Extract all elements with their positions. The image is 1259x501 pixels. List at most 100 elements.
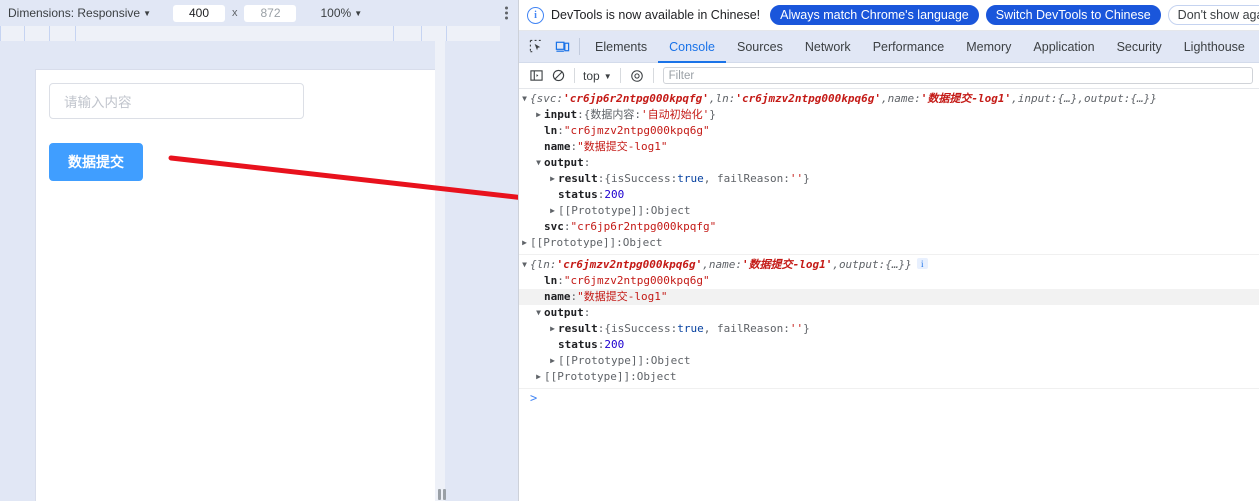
header-key: svc: bbox=[536, 92, 564, 105]
expand-twisty-icon[interactable] bbox=[519, 257, 530, 273]
header-key: output: bbox=[1084, 92, 1131, 105]
header-value: 'cr6jmzv2ntpg000kpq6g' bbox=[556, 258, 703, 271]
devtools-language-infobar: i DevTools is now available in Chinese! … bbox=[519, 0, 1259, 31]
expand-twisty-icon[interactable] bbox=[519, 235, 530, 251]
expand-twisty-icon[interactable] bbox=[533, 305, 544, 321]
always-match-language-button[interactable]: Always match Chrome's language bbox=[770, 5, 979, 25]
tab-sources[interactable]: Sources bbox=[726, 31, 794, 63]
console-prompt[interactable]: > bbox=[519, 389, 1259, 407]
execution-context-selector[interactable]: top ▼ bbox=[580, 69, 615, 83]
value-string: "cr6jmzv2ntpg000kpq6g" bbox=[563, 124, 710, 137]
log-property-row[interactable]: [[Prototype]]: Object bbox=[519, 203, 1259, 219]
dont-show-again-button[interactable]: Don't show again bbox=[1167, 5, 1259, 25]
value-string: '自动初始化' bbox=[641, 108, 710, 121]
chevron-down-icon: ▼ bbox=[354, 9, 363, 18]
value-string: '' bbox=[789, 322, 804, 335]
log-entry-header[interactable]: {ln: 'cr6jmzv2ntpg000kpq6g', name: '数据提交… bbox=[519, 257, 1259, 273]
log-property-row[interactable]: output: bbox=[519, 155, 1259, 171]
expand-twisty-icon[interactable] bbox=[533, 369, 544, 385]
property-key: [[Prototype]] bbox=[530, 236, 617, 249]
log-property-row[interactable]: [[Prototype]]: Object bbox=[519, 353, 1259, 369]
console-message-list[interactable]: {svc: 'cr6jp6r2ntpg000kpqfg', ln: 'cr6jm… bbox=[519, 89, 1259, 501]
log-property-row[interactable]: status: 200 bbox=[519, 187, 1259, 203]
tab-label: Lighthouse bbox=[1183, 39, 1245, 54]
content-input[interactable]: 请输入内容 bbox=[49, 83, 304, 119]
clear-console-icon[interactable] bbox=[547, 65, 569, 87]
tab-application[interactable]: Application bbox=[1022, 31, 1105, 63]
expand-twisty-icon[interactable] bbox=[547, 321, 558, 337]
log-property-row[interactable]: result: {isSuccess: true, failReason: ''… bbox=[519, 321, 1259, 337]
console-sidebar-icon[interactable] bbox=[525, 65, 547, 87]
log-property-row[interactable]: result: {isSuccess: true, failReason: ''… bbox=[519, 171, 1259, 187]
console-filter-placeholder: Filter bbox=[668, 69, 695, 82]
header-key: output: bbox=[838, 258, 886, 271]
viewport-width-input[interactable] bbox=[172, 4, 225, 22]
tab-security[interactable]: Security bbox=[1106, 31, 1173, 63]
value-string: "数据提交-log1" bbox=[577, 140, 668, 153]
viewport-ruler bbox=[0, 26, 518, 41]
value-number: 200 bbox=[604, 188, 625, 201]
log-property-row[interactable]: ln: "cr6jmzv2ntpg000kpq6g" bbox=[519, 273, 1259, 289]
info-badge-icon[interactable]: i bbox=[916, 258, 928, 269]
device-emulation-pane: Dimensions: Responsive ▼ x 100% ▼ 请 bbox=[0, 0, 518, 501]
header-value: 'cr6jmzv2ntpg000kpq6g' bbox=[735, 92, 882, 105]
kebab-menu-icon[interactable] bbox=[505, 6, 508, 20]
tab-label: Sources bbox=[736, 39, 783, 54]
header-key: ln: bbox=[715, 92, 736, 105]
tab-lighthouse[interactable]: Lighthouse bbox=[1173, 31, 1256, 63]
execution-context-value: top bbox=[583, 68, 600, 83]
tab-label: Console bbox=[669, 39, 715, 54]
tab-performance[interactable]: Performance bbox=[862, 31, 956, 63]
expand-twisty-icon[interactable] bbox=[519, 91, 530, 107]
emulated-page-viewport: 请输入内容 数据提交 bbox=[36, 70, 435, 501]
expand-twisty-icon[interactable] bbox=[547, 353, 558, 369]
property-key: input bbox=[544, 108, 578, 121]
log-property-row[interactable]: svc: "cr6jp6r2ntpg000kpqfg" bbox=[519, 219, 1259, 235]
tab-memory[interactable]: Memory bbox=[955, 31, 1022, 63]
console-log-entry[interactable]: {svc: 'cr6jp6r2ntpg000kpqfg', ln: 'cr6jm… bbox=[519, 89, 1259, 255]
log-property-row[interactable]: [[Prototype]]: Object bbox=[519, 369, 1259, 385]
tab-console[interactable]: Console bbox=[658, 31, 726, 63]
console-log-entry[interactable]: {ln: 'cr6jmzv2ntpg000kpq6g', name: '数据提交… bbox=[519, 255, 1259, 389]
property-key: [[Prototype]] bbox=[558, 204, 645, 217]
viewport-height-input[interactable] bbox=[244, 4, 297, 22]
tab-network[interactable]: Network bbox=[794, 31, 862, 63]
switch-to-chinese-button[interactable]: Switch DevTools to Chinese bbox=[985, 5, 1161, 25]
value-prototype: Object bbox=[622, 236, 663, 249]
info-icon: i bbox=[527, 6, 544, 24]
property-key: status bbox=[558, 338, 598, 351]
log-property-row[interactable]: name: "数据提交-log1" bbox=[519, 289, 1259, 305]
zoom-selector[interactable]: 100% ▼ bbox=[320, 6, 362, 20]
log-property-row[interactable]: output: bbox=[519, 305, 1259, 321]
viewport-side-strip bbox=[435, 41, 445, 501]
dimensions-selector[interactable]: Dimensions: Responsive ▼ bbox=[8, 6, 151, 20]
expand-twisty-icon[interactable] bbox=[533, 107, 544, 123]
header-value: '数据提交-log1' bbox=[920, 92, 1012, 105]
header-key: name: bbox=[708, 258, 742, 271]
log-property-row[interactable]: ln: "cr6jmzv2ntpg000kpq6g" bbox=[519, 123, 1259, 139]
submit-data-button[interactable]: 数据提交 bbox=[49, 143, 143, 181]
live-expression-icon[interactable] bbox=[626, 65, 648, 87]
toolbar-divider bbox=[574, 68, 575, 83]
toolbar-divider bbox=[619, 68, 621, 83]
log-property-row[interactable]: [[Prototype]]: Object bbox=[519, 235, 1259, 251]
value-prototype: Object bbox=[650, 354, 691, 367]
expand-twisty-icon[interactable] bbox=[547, 171, 558, 187]
property-key: output bbox=[544, 156, 584, 169]
tab-elements[interactable]: Elements bbox=[584, 31, 658, 63]
device-toolbar: Dimensions: Responsive ▼ x 100% ▼ bbox=[0, 0, 518, 26]
log-property-row[interactable]: name: "数据提交-log1" bbox=[519, 139, 1259, 155]
property-key: name bbox=[544, 290, 571, 303]
log-property-row[interactable]: status: 200 bbox=[519, 337, 1259, 353]
property-key: status bbox=[558, 188, 598, 201]
expand-twisty-icon[interactable] bbox=[533, 155, 544, 171]
log-entry-header[interactable]: {svc: 'cr6jp6r2ntpg000kpqfg', ln: 'cr6jm… bbox=[519, 91, 1259, 107]
tab-label: Elements bbox=[595, 39, 648, 54]
viewport-resize-handle[interactable] bbox=[438, 489, 446, 500]
expand-twisty-icon[interactable] bbox=[547, 203, 558, 219]
log-property-row[interactable]: input: {数据内容: '自动初始化'} bbox=[519, 107, 1259, 123]
device-toolbar-toggle-icon[interactable] bbox=[549, 34, 575, 60]
console-filter-input[interactable]: Filter bbox=[662, 67, 1253, 84]
inspect-element-icon[interactable] bbox=[523, 34, 549, 60]
value-boolean: true bbox=[677, 322, 704, 335]
